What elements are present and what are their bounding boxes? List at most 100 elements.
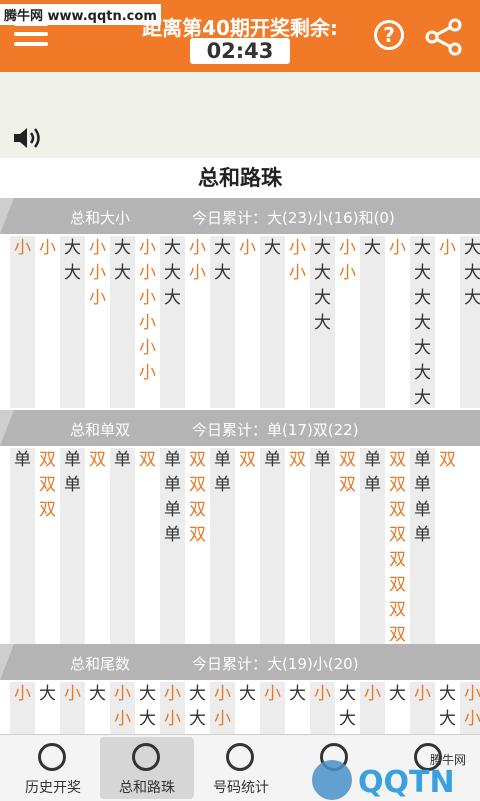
- road-column: 大大: [60, 236, 85, 408]
- watermark-bottom-right: QQTN 腾牛网: [312, 752, 466, 800]
- road-cell: 小: [189, 263, 206, 283]
- road-column: 小小: [335, 236, 360, 408]
- section-name: 总和单双: [70, 421, 131, 439]
- road-cell: 单: [414, 450, 431, 470]
- road-column: 大: [35, 682, 60, 734]
- road-cell: 大: [164, 288, 181, 308]
- road-cell: 小: [339, 238, 356, 258]
- road-cell: 小: [364, 684, 381, 704]
- road-cell: 单: [364, 475, 381, 495]
- road-cell: 双: [39, 450, 56, 470]
- speaker-icon[interactable]: [12, 126, 44, 150]
- road-cell: 小: [389, 238, 406, 258]
- road-cell: 大: [414, 288, 431, 308]
- road-column: 小小小小小小: [135, 236, 160, 408]
- road-cell: 大: [414, 338, 431, 358]
- watermark-top-left: 腾牛网 www.qqtn.com: [0, 4, 161, 25]
- road-cell: 小: [289, 238, 306, 258]
- road-column: 大大大: [160, 236, 185, 408]
- road-cell: 双: [389, 525, 406, 545]
- tab-history[interactable]: 历史开奖: [6, 737, 100, 799]
- road-cell: 双: [389, 450, 406, 470]
- section-name: 总和尾数: [70, 655, 131, 673]
- road-cell: 大: [339, 684, 356, 704]
- road-column: 小小小: [85, 236, 110, 408]
- road-column: 大大: [135, 682, 160, 734]
- road-cell: 小: [164, 684, 181, 704]
- tab-sum-road[interactable]: 总和路珠: [100, 737, 194, 799]
- road-cell: 双: [389, 550, 406, 570]
- road-column: 单单: [210, 448, 235, 644]
- road-cell: 大: [414, 363, 431, 383]
- road-cell: 单: [214, 475, 231, 495]
- watermark-site-text: 腾牛网: [430, 752, 466, 767]
- road-cell: 小: [464, 684, 480, 704]
- road-column: 小: [410, 682, 435, 734]
- tab-number-stats[interactable]: 号码统计: [194, 737, 288, 799]
- road-cell: 大: [114, 238, 131, 258]
- road-cell: 单: [414, 525, 431, 545]
- banner-area: [0, 72, 480, 158]
- road-cell: 大: [164, 263, 181, 283]
- road-column: 双: [235, 448, 260, 644]
- road-cell: 单: [64, 475, 81, 495]
- road-cell: 双: [389, 500, 406, 520]
- road-column: 小: [235, 236, 260, 408]
- road-column: 小: [10, 682, 35, 734]
- road-cell: 小: [289, 263, 306, 283]
- road-column: 双双双双双双双双: [385, 448, 410, 644]
- road-column: 小: [260, 682, 285, 734]
- road-cell: 小: [64, 684, 81, 704]
- road-cell: 大: [314, 238, 331, 258]
- road-column: 双: [85, 448, 110, 644]
- road-column: 双双双: [35, 448, 60, 644]
- road-cell: 大: [214, 238, 231, 258]
- road-cell: 小: [114, 684, 131, 704]
- section-name: 总和大小: [70, 209, 131, 227]
- section-stat: 今日累计：大(23)小(16)和(0): [192, 209, 395, 227]
- road-column: 单: [110, 448, 135, 644]
- road-column: 单: [310, 448, 335, 644]
- road-cell: 大: [164, 238, 181, 258]
- road-cell: 双: [239, 450, 256, 470]
- page-title: 总和路珠: [198, 166, 282, 190]
- road-cell: 小: [89, 238, 106, 258]
- menu-icon[interactable]: [14, 22, 48, 50]
- road-column: 双: [285, 448, 310, 644]
- help-icon[interactable]: ?: [374, 20, 404, 50]
- road-cell: 单: [14, 450, 31, 470]
- share-icon[interactable]: [424, 18, 464, 56]
- road-cell: 大: [414, 388, 431, 408]
- road-cell: 双: [189, 525, 206, 545]
- road-cell: 单: [364, 450, 381, 470]
- road-cell: 大: [389, 684, 406, 704]
- road-cell: 大: [414, 238, 431, 258]
- road-cell: 双: [39, 500, 56, 520]
- road-column: 大: [235, 682, 260, 734]
- road-cell: 大: [289, 684, 306, 704]
- road-column: 大大大大: [310, 236, 335, 408]
- road-column: 大: [385, 682, 410, 734]
- road-cell: 单: [64, 450, 81, 470]
- road-cell: 单: [264, 450, 281, 470]
- section-header-size: 总和大小 今日累计：大(23)小(16)和(0): [0, 198, 480, 234]
- road-cell: 小: [139, 238, 156, 258]
- road-cell: 单: [164, 500, 181, 520]
- road-column: 小小: [210, 682, 235, 734]
- road-column: 大: [285, 682, 310, 734]
- road-cell: 单: [214, 450, 231, 470]
- road-cell: 小: [139, 263, 156, 283]
- road-column: 小: [35, 236, 60, 408]
- road-cell: 单: [114, 450, 131, 470]
- road-cell: 大: [239, 684, 256, 704]
- road-column: 单单: [60, 448, 85, 644]
- road-column: 双双双双: [185, 448, 210, 644]
- road-column: 大: [360, 236, 385, 408]
- road-column: 双双: [335, 448, 360, 644]
- section-header-tail: 总和尾数 今日累计：大(19)小(20): [0, 644, 480, 680]
- sum-icon: [132, 743, 160, 771]
- road-cell: 小: [339, 263, 356, 283]
- road-column: 大: [85, 682, 110, 734]
- road-column: 双: [435, 448, 460, 644]
- road-cell: 大: [64, 238, 81, 258]
